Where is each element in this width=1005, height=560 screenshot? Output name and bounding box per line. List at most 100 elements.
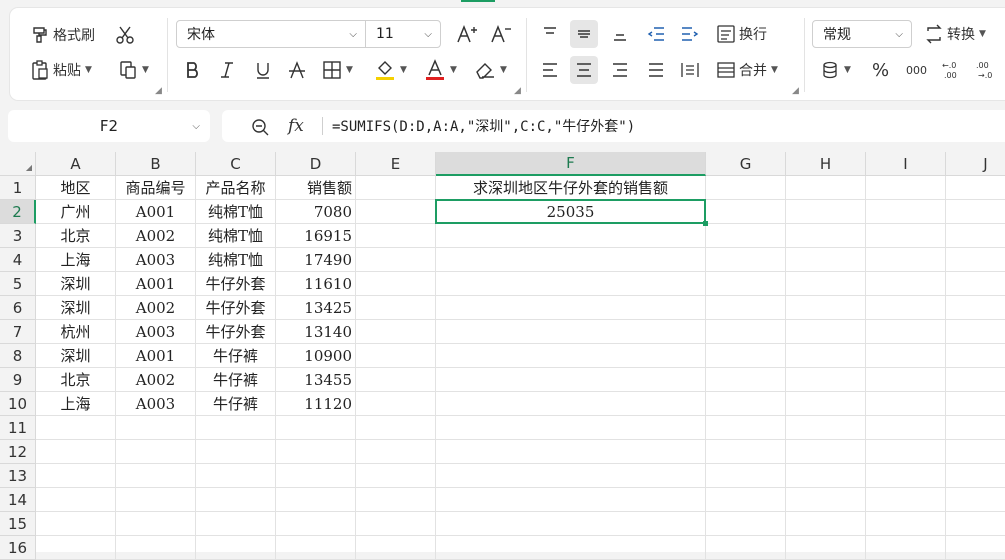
cell-c8[interactable]: 牛仔裤 [196,344,276,368]
cell-f4[interactable] [436,248,706,272]
align-center-button[interactable] [570,56,598,84]
cell-d13[interactable] [276,464,356,488]
cell-j11[interactable] [946,416,1005,440]
chevron-down-icon[interactable]: ⌵ [192,121,200,132]
cell-d8[interactable]: 10900 [276,344,356,368]
cell-f9[interactable] [436,368,706,392]
cell-i9[interactable] [866,368,946,392]
cell-i6[interactable] [866,296,946,320]
zoom-icon[interactable] [250,117,270,137]
align-left-button[interactable] [536,56,564,84]
cell-c12[interactable] [196,440,276,464]
cell-b11[interactable] [116,416,196,440]
percent-button[interactable]: % [868,56,893,84]
spreadsheet-grid[interactable]: ◢ A B C D E F G H I J 1 地区 商品编号 产品名称 销售额 求深圳地区牛仔外套的销售额 2… [0,152,1005,560]
cell-b8[interactable]: A001 [116,344,196,368]
cell-b3[interactable]: A002 [116,224,196,248]
cell-e5[interactable] [356,272,436,296]
cell-g8[interactable] [706,344,786,368]
column-header-a[interactable]: A [36,152,116,176]
cell-e16[interactable] [356,536,436,560]
cell-e6[interactable] [356,296,436,320]
font-size-select[interactable]: 11 ⌵ [365,20,441,48]
cell-i14[interactable] [866,488,946,512]
column-header-g[interactable]: G [706,152,786,176]
row-header-8[interactable]: 8 [0,344,36,368]
dialog-launcher-icon[interactable]: ◢ [514,86,521,96]
cell-h7[interactable] [786,320,866,344]
cell-a10[interactable]: 上海 [36,392,116,416]
cell-b13[interactable] [116,464,196,488]
cell-f15[interactable] [436,512,706,536]
merge-button[interactable]: 合并 ▼ [712,56,782,84]
cell-i13[interactable] [866,464,946,488]
cell-f7[interactable] [436,320,706,344]
cell-i10[interactable] [866,392,946,416]
increase-indent-button[interactable] [676,20,704,48]
cell-h15[interactable] [786,512,866,536]
cell-j4[interactable] [946,248,1005,272]
thousands-button[interactable]: 000 [902,56,931,84]
cell-c5[interactable]: 牛仔外套 [196,272,276,296]
cell-h13[interactable] [786,464,866,488]
cell-j6[interactable] [946,296,1005,320]
fill-color-button[interactable]: ▼ [370,56,411,84]
increase-decimal-button[interactable]: ←.0.00 [936,56,966,84]
cell-h4[interactable] [786,248,866,272]
cell-g6[interactable] [706,296,786,320]
cell-h3[interactable] [786,224,866,248]
cell-a13[interactable] [36,464,116,488]
cell-a1[interactable]: 地区 [36,176,116,200]
function-icon[interactable]: fx [288,116,304,136]
row-header-2[interactable]: 2 [0,200,36,224]
cut-button[interactable] [110,21,140,49]
cell-b16[interactable] [116,536,196,560]
cell-i3[interactable] [866,224,946,248]
row-header-13[interactable]: 13 [0,464,36,488]
increase-font-button[interactable] [452,20,482,48]
italic-button[interactable] [214,56,240,84]
cell-j14[interactable] [946,488,1005,512]
cell-g10[interactable] [706,392,786,416]
row-header-5[interactable]: 5 [0,272,36,296]
cell-f13[interactable] [436,464,706,488]
cell-c14[interactable] [196,488,276,512]
cell-i8[interactable] [866,344,946,368]
cell-h8[interactable] [786,344,866,368]
cell-d14[interactable] [276,488,356,512]
formula-bar[interactable]: fx =SUMIFS(D:D,A:A,"深圳",C:C,"牛仔外套") [222,110,1005,142]
cell-c1[interactable]: 产品名称 [196,176,276,200]
cell-j7[interactable] [946,320,1005,344]
strikethrough-button[interactable] [284,56,310,84]
row-header-11[interactable]: 11 [0,416,36,440]
cell-b1[interactable]: 商品编号 [116,176,196,200]
cell-f8[interactable] [436,344,706,368]
cell-f3[interactable] [436,224,706,248]
column-header-b[interactable]: B [116,152,196,176]
row-header-7[interactable]: 7 [0,320,36,344]
cell-f1[interactable]: 求深圳地区牛仔外套的销售额 [436,176,706,200]
cell-a4[interactable]: 上海 [36,248,116,272]
cell-c16[interactable] [196,536,276,560]
cell-c15[interactable] [196,512,276,536]
cell-h9[interactable] [786,368,866,392]
cell-g15[interactable] [706,512,786,536]
cell-a7[interactable]: 杭州 [36,320,116,344]
cell-h5[interactable] [786,272,866,296]
justify-button[interactable] [642,56,670,84]
cell-c9[interactable]: 牛仔裤 [196,368,276,392]
cell-f16[interactable] [436,536,706,560]
cell-b5[interactable]: A001 [116,272,196,296]
cell-d15[interactable] [276,512,356,536]
cell-f12[interactable] [436,440,706,464]
align-right-button[interactable] [606,56,634,84]
cell-e1[interactable] [356,176,436,200]
cell-a15[interactable] [36,512,116,536]
cell-i1[interactable] [866,176,946,200]
cell-h6[interactable] [786,296,866,320]
cell-d9[interactable]: 13455 [276,368,356,392]
cell-e7[interactable] [356,320,436,344]
cell-j13[interactable] [946,464,1005,488]
row-header-6[interactable]: 6 [0,296,36,320]
cell-g12[interactable] [706,440,786,464]
